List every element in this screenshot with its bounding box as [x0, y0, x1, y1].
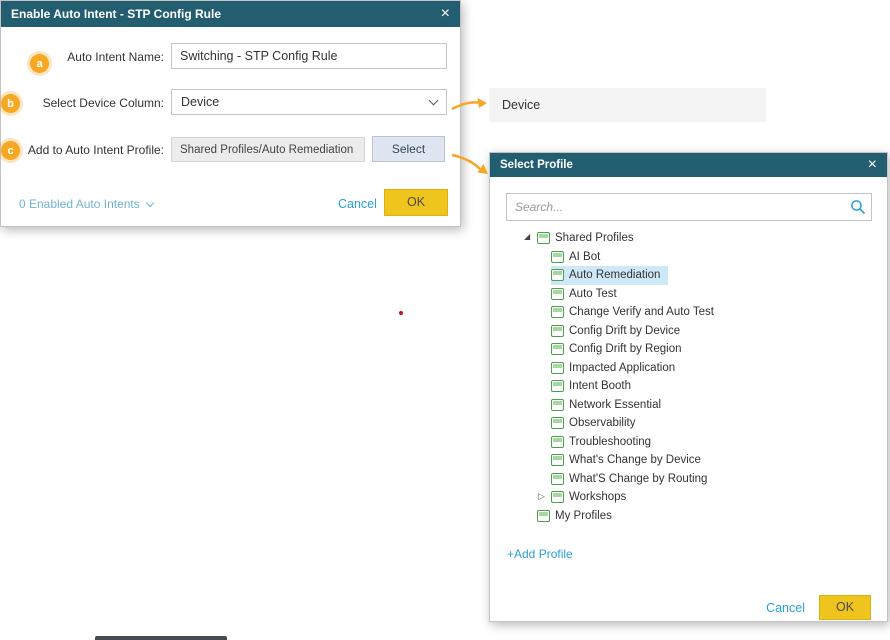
- device-column-preview: Device: [489, 88, 766, 122]
- search-icon[interactable]: [850, 199, 866, 215]
- auto-intent-profile-label: Add to Auto Intent Profile:: [1, 143, 164, 157]
- ok-button[interactable]: OK: [384, 189, 448, 216]
- profile-folder-icon: [551, 417, 564, 429]
- cancel-button[interactable]: Cancel: [766, 601, 805, 615]
- tree-item-label: Impacted Application: [569, 362, 675, 374]
- dialog-title: Enable Auto Intent - STP Config Rule: [11, 7, 221, 21]
- search-box: [506, 193, 872, 221]
- tree-item-label: Config Drift by Device: [569, 325, 680, 337]
- enabled-auto-intents-link[interactable]: 0 Enabled Auto Intents: [19, 197, 153, 211]
- tree-item-label: Auto Test: [569, 288, 617, 300]
- profile-folder-icon: [551, 436, 564, 448]
- profile-folder-icon: [551, 269, 564, 281]
- profile-folder-icon: [551, 399, 564, 411]
- tree-item-label: Workshops: [569, 491, 626, 503]
- profile-folder-icon: [537, 510, 550, 522]
- select-profile-dialog: Select Profile × ◢ Shared Profiles AI Bo…: [489, 152, 888, 622]
- profile-folder-icon: [551, 454, 564, 466]
- tree-item-label: Observability: [569, 417, 635, 429]
- tree-item-impacted-application[interactable]: Impacted Application: [538, 359, 873, 378]
- tree-item-label: Shared Profiles: [555, 232, 634, 244]
- tree-item-label: What's Change by Device: [569, 454, 701, 466]
- tree-item-config-drift-region[interactable]: Config Drift by Region: [538, 340, 873, 359]
- tree-item-my-profiles[interactable]: My Profiles: [524, 507, 873, 526]
- dialog-header: Enable Auto Intent - STP Config Rule ×: [1, 1, 460, 27]
- arrowhead-icon: [478, 164, 489, 174]
- tree-item-auto-remediation[interactable]: Auto Remediation: [538, 266, 873, 285]
- annotation-badge-c: c: [1, 141, 20, 160]
- annotation-badge-b: b: [1, 94, 20, 113]
- collapse-icon[interactable]: ▷: [538, 492, 551, 501]
- dialog-header: Select Profile ×: [490, 153, 887, 177]
- profile-folder-icon: [551, 288, 564, 300]
- profile-folder-icon: [551, 491, 564, 503]
- profile-folder-icon: [551, 343, 564, 355]
- tree-item-label: Intent Booth: [569, 380, 631, 392]
- profile-folder-icon: [551, 306, 564, 318]
- tree-item-observability[interactable]: Observability: [538, 414, 873, 433]
- tree-item-auto-test[interactable]: Auto Test: [538, 285, 873, 304]
- device-column-label: Select Device Column:: [1, 96, 164, 110]
- enable-auto-intent-dialog: Enable Auto Intent - STP Config Rule × A…: [0, 0, 461, 227]
- stray-red-dot: [399, 311, 403, 315]
- arrowhead-icon: [478, 98, 488, 108]
- annotation-badge-a: a: [30, 54, 49, 73]
- search-input[interactable]: [506, 193, 872, 221]
- tree-item-label: Network Essential: [569, 399, 661, 411]
- tree-item-whats-change-device[interactable]: What's Change by Device: [538, 451, 873, 470]
- tree-item-label: My Profiles: [555, 510, 612, 522]
- window-edge-fragment: [95, 636, 227, 640]
- ok-button[interactable]: OK: [819, 595, 871, 620]
- tree-item-troubleshooting[interactable]: Troubleshooting: [538, 433, 873, 452]
- profile-folder-icon: [551, 325, 564, 337]
- profile-tree: ◢ Shared Profiles AI Bot Auto Remediatio…: [506, 229, 873, 525]
- tree-item-label: AI Bot: [569, 251, 600, 263]
- tree-item-label: Change Verify and Auto Test: [569, 306, 714, 318]
- profile-folder-icon: [551, 380, 564, 392]
- profile-folder-icon: [551, 251, 564, 263]
- tree-item-network-essential[interactable]: Network Essential: [538, 396, 873, 415]
- auto-intent-name-label: Auto Intent Name:: [1, 50, 164, 64]
- tree-item-label: Troubleshooting: [569, 436, 651, 448]
- device-column-value: Device: [181, 95, 219, 109]
- tree-item-ai-bot[interactable]: AI Bot: [538, 248, 873, 267]
- screen: Enable Auto Intent - STP Config Rule × A…: [0, 0, 890, 640]
- select-profile-button[interactable]: Select: [372, 136, 445, 162]
- close-icon[interactable]: ×: [441, 6, 450, 22]
- profile-folder-icon: [551, 362, 564, 374]
- auto-intent-name-input[interactable]: [171, 43, 447, 69]
- expand-icon[interactable]: ◢: [524, 233, 537, 241]
- cancel-button[interactable]: Cancel: [338, 197, 377, 211]
- tree-item-workshops[interactable]: ▷ Workshops: [538, 488, 873, 507]
- add-profile-link[interactable]: +Add Profile: [507, 547, 573, 561]
- chevron-down-icon: [146, 198, 154, 206]
- tree-item-whats-change-routing[interactable]: What'S Change by Routing: [538, 470, 873, 489]
- chevron-down-icon: [429, 95, 439, 105]
- tree-item-label: What'S Change by Routing: [569, 473, 707, 485]
- enabled-auto-intents-label: 0 Enabled Auto Intents: [19, 197, 140, 211]
- dialog-title: Select Profile: [500, 159, 573, 171]
- profile-folder-icon: [551, 473, 564, 485]
- profile-folder-icon: [537, 232, 550, 244]
- tree-item-label: Auto Remediation: [569, 269, 660, 281]
- tree-item-label: Config Drift by Region: [569, 343, 682, 355]
- tree-item-change-verify[interactable]: Change Verify and Auto Test: [538, 303, 873, 322]
- close-icon[interactable]: ×: [868, 157, 877, 173]
- auto-intent-profile-value: Shared Profiles/Auto Remediation: [171, 137, 365, 162]
- tree-item-shared-profiles[interactable]: ◢ Shared Profiles: [524, 229, 873, 248]
- device-column-select[interactable]: Device: [171, 89, 447, 115]
- tree-item-config-drift-device[interactable]: Config Drift by Device: [538, 322, 873, 341]
- tree-item-intent-booth[interactable]: Intent Booth: [538, 377, 873, 396]
